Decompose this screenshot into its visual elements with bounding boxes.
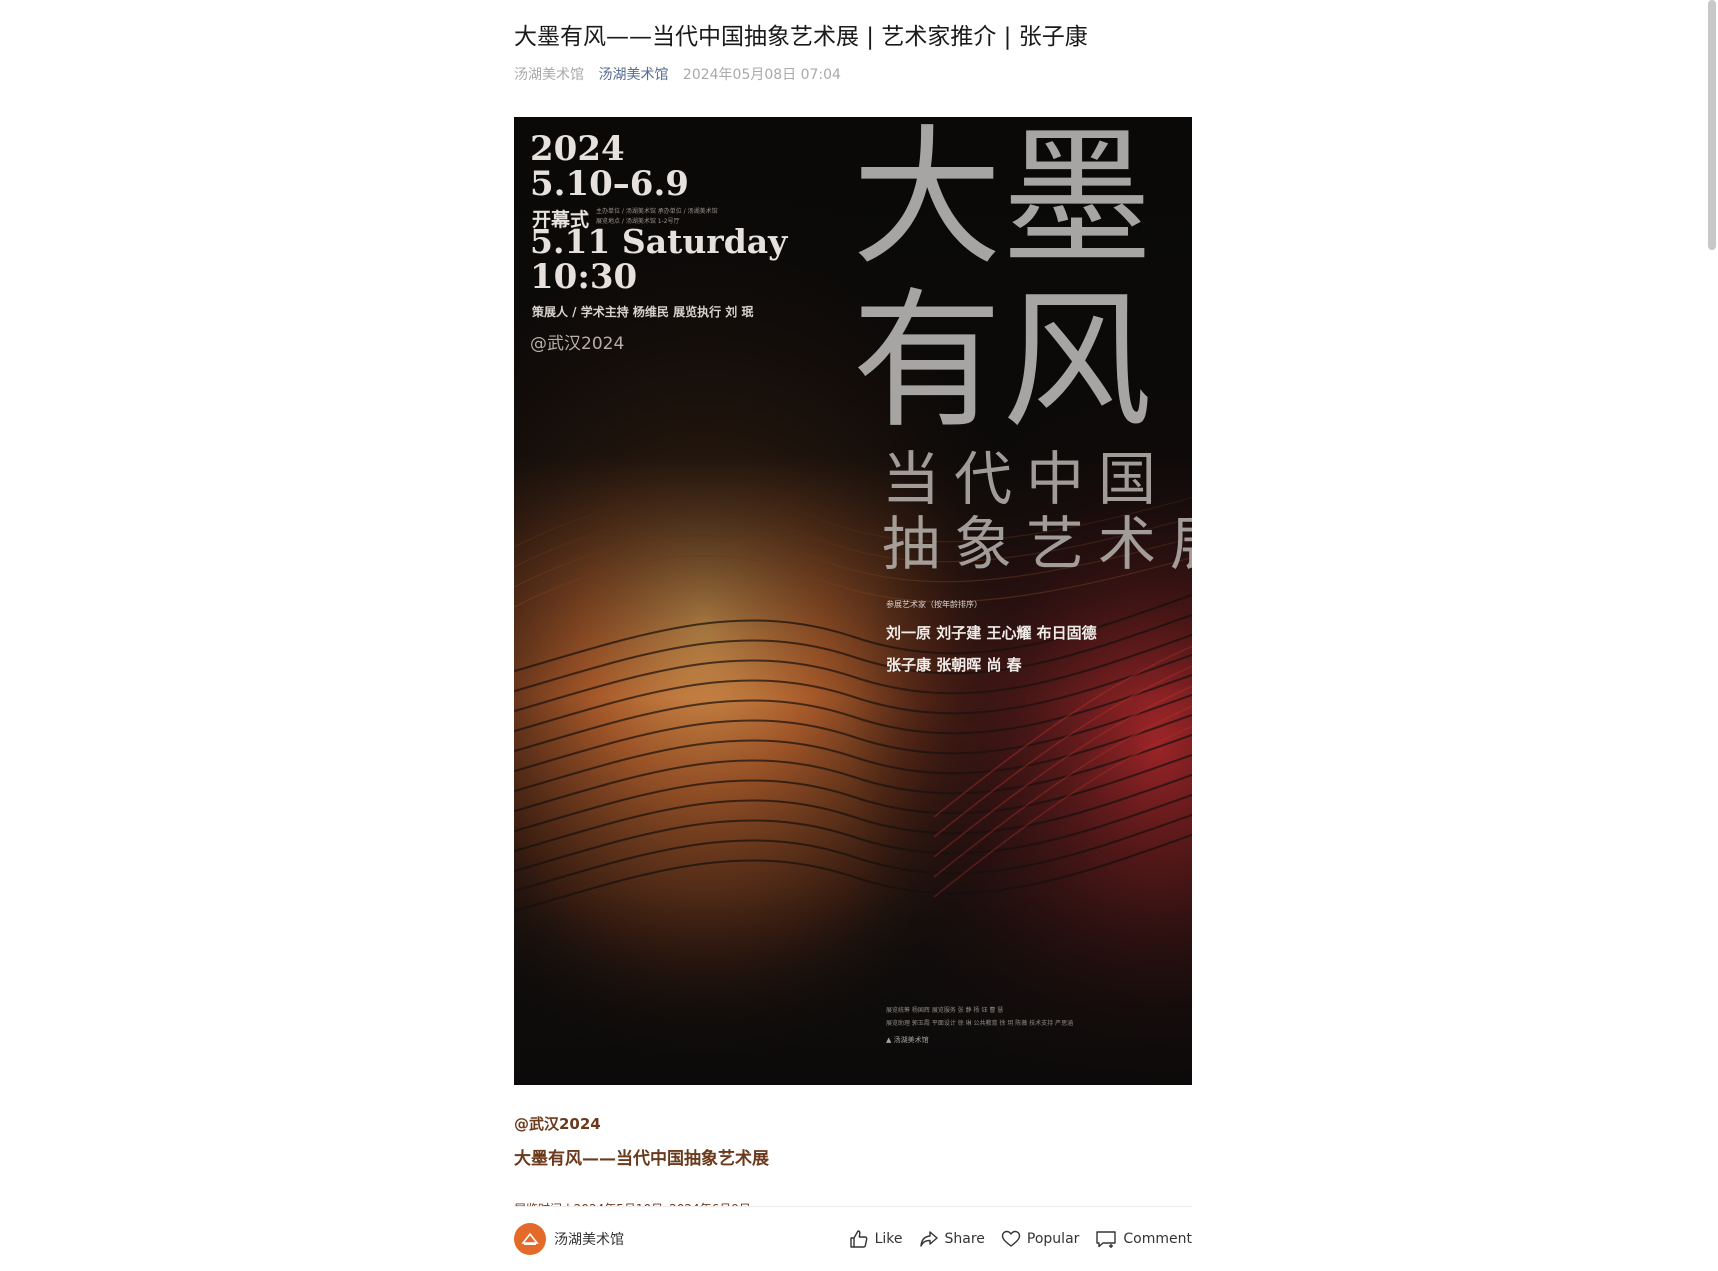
account-avatar[interactable] xyxy=(514,1223,546,1255)
like-label: Like xyxy=(874,1231,903,1247)
poster-title-line1: 大墨 xyxy=(852,117,1153,286)
author-name: 汤湖美术馆 xyxy=(514,67,584,83)
poster-dates: 5.10–6.9 xyxy=(530,164,689,204)
content-handle: @武汉2024 xyxy=(514,1115,601,1133)
poster-subtitle-line1: 当代中国 xyxy=(882,445,1171,513)
heart-icon xyxy=(1001,1230,1021,1247)
exhibition-poster[interactable]: 2024 5.10–6.9 开幕式 主办单位 / 汤湖美术馆 承办单位 / 汤湖… xyxy=(514,117,1192,1085)
share-label: Share xyxy=(944,1231,985,1247)
article-title: 大墨有风——当代中国抽象艺术展 | 艺术家推介 | 张子康 xyxy=(514,24,1088,50)
share-button[interactable]: Share xyxy=(919,1229,985,1249)
poster-handle: @武汉2024 xyxy=(530,334,625,354)
publish-date: 2024年05月08日 07:04 xyxy=(682,67,841,83)
content-exhibition-title: 大墨有风——当代中国抽象艺术展 xyxy=(514,1149,769,1169)
poster-organizer-line: 主办单位 / 汤湖美术馆 承办单位 / 汤湖美术馆 xyxy=(596,208,718,215)
poster-logo-text: 汤湖美术馆 xyxy=(893,1036,929,1044)
comment-icon xyxy=(1096,1231,1117,1248)
like-button[interactable]: Like xyxy=(849,1229,903,1249)
popular-button[interactable]: Popular xyxy=(1001,1229,1080,1249)
account-name[interactable]: 汤湖美术馆 xyxy=(554,1229,624,1249)
bottom-action-bar: 汤湖美术馆 Like Share Popular Comment xyxy=(514,1206,1192,1271)
poster-title-line2: 有风 xyxy=(852,275,1153,449)
vertical-scrollbar[interactable] xyxy=(1708,0,1716,250)
poster-museum-logo: ▲ 汤湖美术馆 xyxy=(886,1035,929,1045)
poster-logo-icon: ▲ xyxy=(886,1036,892,1044)
comment-label: Comment xyxy=(1123,1231,1192,1247)
poster-artists-row2: 张子康 张朝晖 尚 春 xyxy=(886,656,1022,674)
poster-credits-line1: 展览统筹 杨国辉 展览服务 张 静 杨 钰 曹 慧 xyxy=(886,1007,1004,1014)
poster-year: 2024 xyxy=(530,129,625,169)
poster-artists-label: 参展艺术家（按年龄排序） xyxy=(886,600,982,609)
account-link[interactable]: 汤湖美术馆 xyxy=(598,67,668,83)
action-group: Like Share Popular Comment xyxy=(849,1229,1192,1249)
comment-button[interactable]: Comment xyxy=(1095,1229,1192,1249)
poster-credits-line2: 展览助理 郭玉霞 平面设计 徐 琳 公共教育 徐 玥 陈薇 技术支持 严思涵 xyxy=(886,1020,1074,1027)
poster-artists-row1: 刘一原 刘子建 王心耀 布日固德 xyxy=(886,624,1097,642)
poster-curators: 策展人 / 学术主持 杨维民 展览执行 刘 珉 xyxy=(532,305,754,319)
poster-opening-time: 10:30 xyxy=(530,257,638,297)
thumbs-up-icon xyxy=(849,1230,868,1248)
poster-subtitle-line2: 抽象艺术展 xyxy=(882,510,1192,578)
poster-opening-day: 5.11 Saturday xyxy=(530,222,788,261)
share-icon xyxy=(919,1231,938,1247)
museum-logo-icon xyxy=(521,1232,539,1245)
popular-label: Popular xyxy=(1026,1231,1080,1247)
article-meta: 汤湖美术馆 汤湖美术馆 2024年05月08日 07:04 xyxy=(514,64,851,84)
